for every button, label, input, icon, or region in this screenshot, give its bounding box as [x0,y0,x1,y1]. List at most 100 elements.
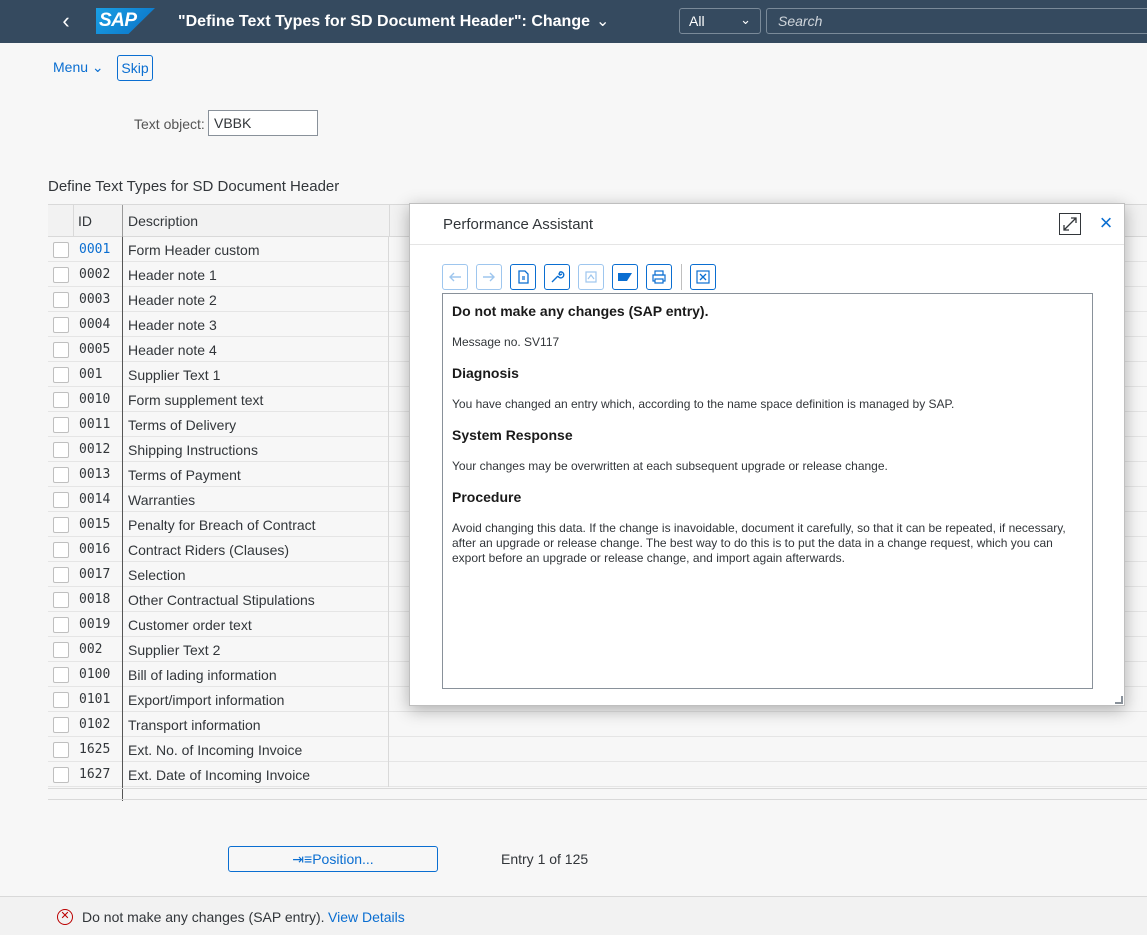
view-details-link[interactable]: View Details [328,909,405,925]
row-id: 0002 [79,267,111,282]
search-scope-value: All [689,13,705,29]
row-id: 0003 [79,292,111,307]
maximize-button[interactable] [1059,213,1081,235]
sap-logo[interactable]: SAP [96,8,155,34]
row-description: Ext. Date of Incoming Invoice [128,767,311,783]
row-description: Export/import information [128,692,285,708]
row-select-checkbox[interactable] [53,467,69,483]
close-box-icon [696,270,710,284]
position-button[interactable]: ⇥≡Position... [228,846,438,872]
column-divider [388,287,389,312]
skip-button[interactable]: Skip [117,55,153,81]
text-object-field[interactable]: VBBK [208,110,318,136]
dialog-header: Performance Assistant × [410,204,1124,245]
search-scope-select[interactable]: All ⌄ [679,8,761,34]
status-bar: ✕ Do not make any changes (SAP entry). V… [0,896,1147,935]
row-select-checkbox[interactable] [53,417,69,433]
row-select-checkbox[interactable] [53,542,69,558]
resize-handle[interactable] [1115,696,1123,704]
row-id: 0101 [79,692,111,707]
row-select-checkbox[interactable] [53,692,69,708]
row-id: 1627 [79,767,111,782]
document-button[interactable] [510,264,536,290]
row-description: Customer order text [128,617,252,633]
row-select-checkbox[interactable] [53,342,69,358]
text-object-label: Text object: [134,116,205,132]
document-icon [518,270,529,284]
attachment-button[interactable] [578,264,604,290]
close-button[interactable]: × [1096,212,1116,234]
row-select-checkbox[interactable] [53,442,69,458]
row-select-checkbox[interactable] [53,492,69,508]
column-divider [388,687,389,712]
row-id: 0015 [79,517,111,532]
row-select-checkbox[interactable] [53,592,69,608]
table-scrollbar[interactable] [48,788,1147,800]
row-id: 0012 [79,442,111,457]
position-button-label: Position... [312,851,374,867]
app-title[interactable]: "Define Text Types for SD Document Heade… [178,11,609,31]
row-id: 0004 [79,317,111,332]
section-text-diagnosis: You have changed an entry which, accordi… [452,397,955,411]
technical-info-button[interactable] [544,264,570,290]
column-divider [388,562,389,587]
row-select-checkbox[interactable] [53,242,69,258]
column-divider [388,237,389,262]
row-select-checkbox[interactable] [53,617,69,633]
column-divider [388,262,389,287]
row-description: Shipping Instructions [128,442,258,458]
column-header-id[interactable]: ID [78,213,92,229]
table-row[interactable]: 0102 Transport information [48,712,1147,737]
row-description: Selection [128,567,186,583]
table-row[interactable]: 1627 Ext. Date of Incoming Invoice [48,762,1147,787]
arrow-right-icon [483,272,495,282]
section-title-diagnosis: Diagnosis [452,365,519,381]
close-assistant-button[interactable] [690,264,716,290]
row-description: Transport information [128,717,261,733]
table-row[interactable]: 1625 Ext. No. of Incoming Invoice [48,737,1147,762]
arrow-left-icon [449,272,461,282]
chevron-down-icon: ⌄ [740,12,751,27]
row-select-checkbox[interactable] [53,767,69,783]
row-select-checkbox[interactable] [53,392,69,408]
forward-nav-button[interactable] [476,264,502,290]
shell-bar: ‹ SAP "Define Text Types for SD Document… [0,0,1147,43]
row-id[interactable]: 0001 [79,242,110,257]
back-button[interactable]: ‹ [52,8,80,36]
row-select-checkbox[interactable] [53,742,69,758]
sap-help-button[interactable] [612,264,638,290]
row-select-checkbox[interactable] [53,267,69,283]
row-id: 0019 [79,617,111,632]
row-select-checkbox[interactable] [53,567,69,583]
row-select-checkbox[interactable] [53,317,69,333]
column-divider [388,662,389,687]
column-divider [388,387,389,412]
row-description: Warranties [128,492,196,508]
row-description: Contract Riders (Clauses) [128,542,290,558]
help-content: Do not make any changes (SAP entry). Mes… [442,293,1093,689]
row-select-checkbox[interactable] [53,517,69,533]
back-nav-button[interactable] [442,264,468,290]
search-input[interactable]: Search [766,8,1147,34]
toolbar-separator [681,264,682,290]
close-icon: × [1099,210,1113,235]
row-select-checkbox[interactable] [53,367,69,383]
column-header-description[interactable]: Description [122,205,390,237]
column-divider [388,312,389,337]
row-id: 0014 [79,492,111,507]
performance-assistant-dialog: Performance Assistant × Do not make any … [409,203,1125,706]
menu-button[interactable]: Menu ⌄ [53,59,104,76]
row-description: Supplier Text 2 [128,642,221,658]
row-select-checkbox[interactable] [53,717,69,733]
row-id: 001 [79,367,103,382]
menu-button-label: Menu [53,59,89,75]
row-description: Other Contractual Stipulations [128,592,315,608]
select-all-column[interactable] [48,205,74,237]
section-title-system-response: System Response [452,427,573,443]
row-description: Header note 2 [128,292,217,308]
row-select-checkbox[interactable] [53,667,69,683]
row-select-checkbox[interactable] [53,642,69,658]
print-button[interactable] [646,264,672,290]
row-description: Terms of Payment [128,467,241,483]
row-select-checkbox[interactable] [53,292,69,308]
